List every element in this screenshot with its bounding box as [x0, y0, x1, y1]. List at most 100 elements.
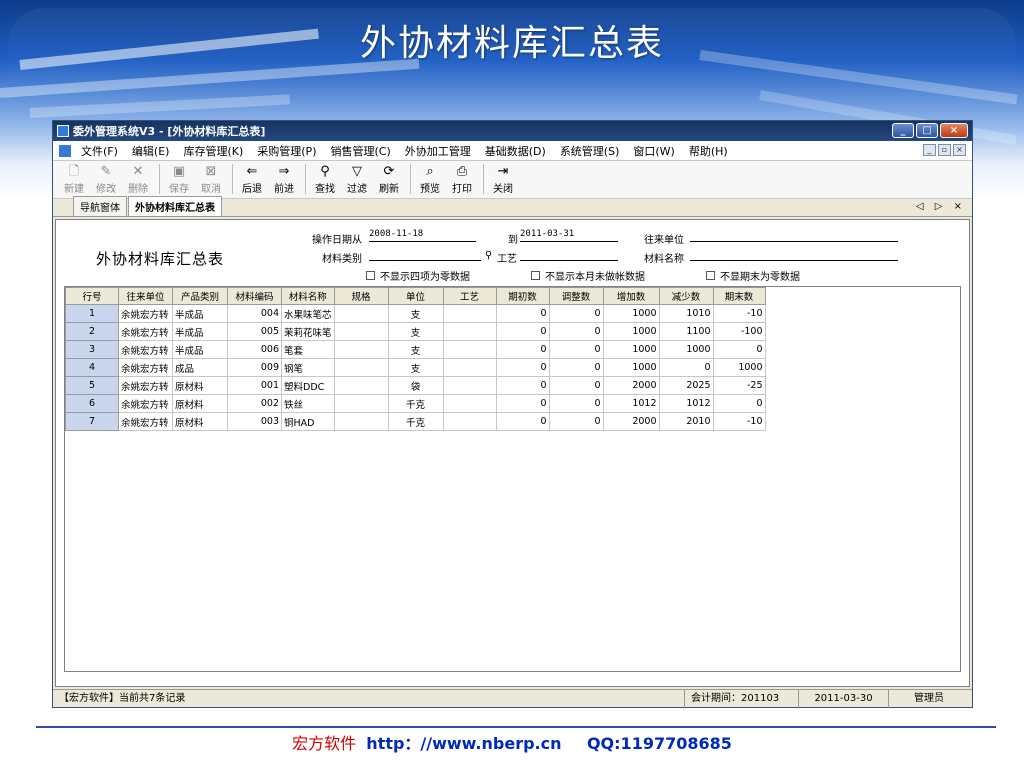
close-report-button[interactable]: ⇥ 关闭 — [488, 164, 518, 195]
table-row[interactable]: 5 余姚宏方转 原材料 001 塑料DDC 袋 0 0 2000 2025 -25 — [65, 376, 766, 395]
cell-opening[interactable]: 0 — [495, 376, 550, 395]
menu-window[interactable]: 窗口(W) — [633, 143, 674, 159]
column-header[interactable]: 单位 — [387, 287, 444, 305]
cell-code[interactable]: 001 — [227, 376, 282, 395]
filter-button[interactable]: ▽ 过滤 — [342, 164, 372, 195]
cell-category[interactable]: 原材料 — [172, 376, 228, 395]
cell-code[interactable]: 003 — [227, 412, 282, 431]
cell-adjust[interactable]: 0 — [548, 394, 604, 413]
hide-unposted-checkbox[interactable]: 不显示本月未做帐数据 — [531, 268, 645, 283]
cell-adjust[interactable]: 0 — [548, 376, 604, 395]
table-row[interactable]: 4 余姚宏方转 成品 009 钢笔支 0 0 1000 0 1000 — [65, 358, 766, 377]
cell-unit[interactable]: 支 — [387, 358, 444, 377]
cell-decrease[interactable]: 0 — [658, 358, 714, 377]
cell-closing[interactable]: -10 — [712, 304, 766, 323]
tab-navigation[interactable]: 导航窗体 — [73, 196, 127, 216]
column-header[interactable]: 材料编码 — [227, 287, 282, 305]
cell-name[interactable]: 茉莉花味笔 — [281, 322, 335, 341]
cell-process[interactable] — [442, 394, 497, 413]
cell-closing[interactable]: -10 — [712, 412, 766, 431]
cell-process[interactable] — [442, 376, 497, 395]
cell-adjust[interactable]: 0 — [548, 340, 604, 359]
table-row[interactable]: 6 余姚宏方转 原材料 002 铁丝 千克 0 0 1012 1012 0 — [65, 394, 766, 413]
app-menu-icon[interactable] — [59, 144, 71, 157]
cell-name[interactable]: 塑料DDC — [281, 376, 335, 395]
new-button[interactable]: 🗋 新建 — [59, 164, 89, 195]
column-header[interactable]: 行号 — [65, 287, 119, 305]
cell-category[interactable]: 原材料 — [172, 412, 228, 431]
cell-closing[interactable]: 0 — [712, 394, 766, 413]
cell-spec[interactable] — [333, 340, 389, 359]
date-from-field[interactable]: 2008-11-18 — [369, 229, 476, 242]
cell-no[interactable]: 4 — [65, 358, 119, 377]
find-button[interactable]: ⚲ 查找 — [310, 164, 340, 195]
cell-process[interactable] — [442, 358, 497, 377]
partner-field[interactable] — [690, 229, 898, 242]
cell-spec[interactable] — [333, 304, 389, 323]
cell-no[interactable]: 2 — [65, 322, 119, 341]
material-name-field[interactable] — [690, 248, 898, 261]
cell-process[interactable] — [442, 340, 497, 359]
cell-opening[interactable]: 0 — [495, 412, 550, 431]
cell-decrease[interactable]: 1100 — [658, 322, 714, 341]
cell-increase[interactable]: 2000 — [602, 376, 660, 395]
menu-outsourcing[interactable]: 外协加工管理 — [405, 143, 471, 159]
cell-opening[interactable]: 0 — [495, 304, 550, 323]
minimize-button[interactable]: _ — [892, 123, 914, 138]
cell-adjust[interactable]: 0 — [548, 304, 604, 323]
cell-code[interactable]: 006 — [227, 340, 282, 359]
cell-increase[interactable]: 1000 — [602, 358, 660, 377]
cell-unit[interactable]: 支 — [387, 322, 444, 341]
cell-no[interactable]: 6 — [65, 394, 119, 413]
cell-process[interactable] — [442, 412, 497, 431]
mdi-minimize-button[interactable]: _ — [923, 144, 936, 156]
cell-category[interactable]: 半成品 — [172, 340, 228, 359]
cell-code[interactable]: 004 — [227, 304, 282, 323]
cell-partner[interactable]: 余姚宏方转 — [118, 304, 173, 323]
window-titlebar[interactable]: 委外管理系统V3 - [外协材料库汇总表] _ □ × — [53, 121, 972, 141]
cell-partner[interactable]: 余姚宏方转 — [118, 358, 173, 377]
cell-increase[interactable]: 1000 — [602, 304, 660, 323]
cell-adjust[interactable]: 0 — [548, 412, 604, 431]
category-field[interactable] — [369, 248, 481, 261]
cell-unit[interactable]: 支 — [387, 304, 444, 323]
cell-spec[interactable] — [333, 394, 389, 413]
cell-partner[interactable]: 余姚宏方转 — [118, 394, 173, 413]
search-icon[interactable]: ⚲ — [482, 250, 495, 262]
cell-unit[interactable]: 千克 — [387, 394, 444, 413]
column-header[interactable]: 产品类别 — [172, 287, 228, 305]
cell-increase[interactable]: 1000 — [602, 322, 660, 341]
mdi-close-button[interactable]: × — [953, 144, 966, 156]
cell-no[interactable]: 7 — [65, 412, 119, 431]
hide-zero-closing-checkbox[interactable]: 不显期末为零数据 — [706, 268, 800, 283]
column-header[interactable]: 材料名称 — [281, 287, 335, 305]
column-header[interactable]: 往来单位 — [118, 287, 173, 305]
table-row[interactable]: 1 余姚宏方转 半成品 004 水果味笔芯支 0 0 1000 1010 -10 — [65, 304, 766, 323]
tab-material-summary[interactable]: 外协材料库汇总表 — [128, 196, 222, 216]
hide-zero-four-checkbox[interactable]: 不显示四项为零数据 — [366, 268, 470, 283]
cell-category[interactable]: 半成品 — [172, 304, 228, 323]
cell-closing[interactable]: -25 — [712, 376, 766, 395]
cell-unit[interactable]: 支 — [387, 340, 444, 359]
date-to-field[interactable]: 2011-03-31 — [520, 229, 618, 242]
maximize-button[interactable]: □ — [916, 123, 938, 138]
column-header[interactable]: 减少数 — [658, 287, 714, 305]
cell-decrease[interactable]: 1000 — [658, 340, 714, 359]
menu-inventory[interactable]: 库存管理(K) — [183, 143, 243, 159]
save-button[interactable]: ▣ 保存 — [164, 164, 194, 195]
cell-opening[interactable]: 0 — [495, 340, 550, 359]
delete-button[interactable]: ✕ 删除 — [123, 164, 153, 195]
cell-spec[interactable] — [333, 322, 389, 341]
table-row[interactable]: 3 余姚宏方转 半成品 006 笔套支 0 0 1000 1000 0 — [65, 340, 766, 359]
cell-unit[interactable]: 千克 — [387, 412, 444, 431]
cell-process[interactable] — [442, 322, 497, 341]
cell-increase[interactable]: 1012 — [602, 394, 660, 413]
menu-system[interactable]: 系统管理(S) — [560, 143, 620, 159]
cell-code[interactable]: 009 — [227, 358, 282, 377]
cell-no[interactable]: 3 — [65, 340, 119, 359]
cell-increase[interactable]: 2000 — [602, 412, 660, 431]
cell-process[interactable] — [442, 304, 497, 323]
column-header[interactable]: 调整数 — [548, 287, 604, 305]
cell-opening[interactable]: 0 — [495, 322, 550, 341]
column-header[interactable]: 期末数 — [712, 287, 766, 305]
